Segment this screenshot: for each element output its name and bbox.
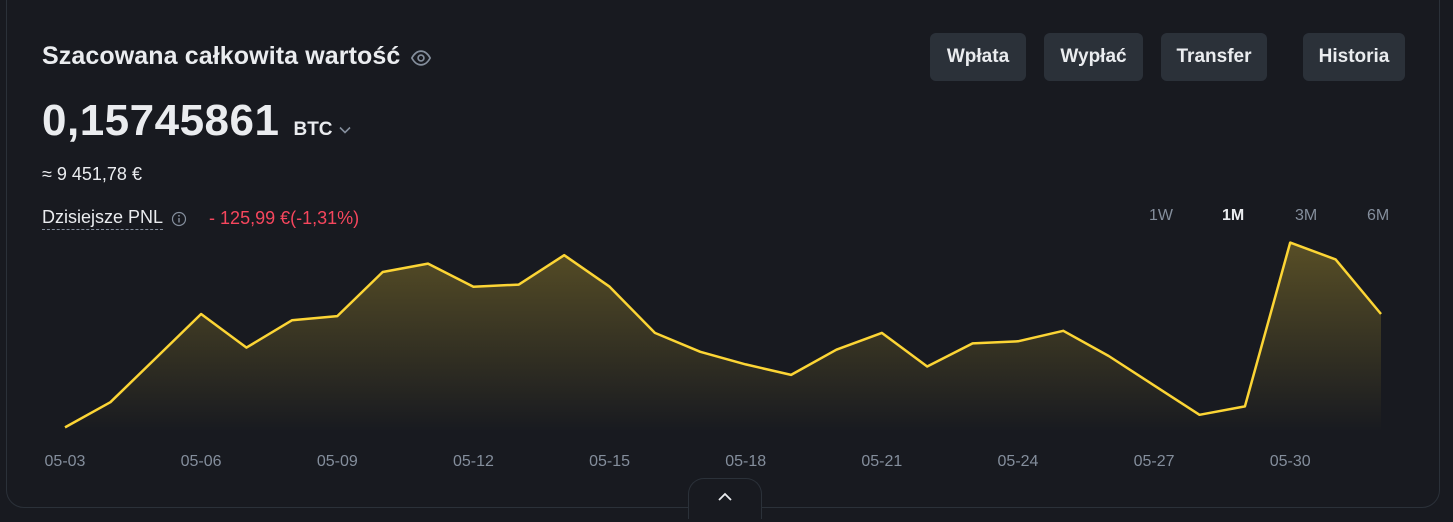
x-tick-label: 05-15 xyxy=(589,453,630,470)
balance-chart[interactable]: 05-03 05-06 05-09 05-12 05-15 05-18 05-21 05-24… xyxy=(0,0,1453,522)
x-tick-label: 05-12 xyxy=(453,453,494,470)
x-tick-label: 05-21 xyxy=(861,453,902,470)
x-tick-label: 05-09 xyxy=(317,453,358,470)
chevron-up-icon xyxy=(717,490,733,508)
x-tick-label: 05-03 xyxy=(45,453,86,470)
collapse-button[interactable] xyxy=(688,478,762,519)
x-tick-label: 05-18 xyxy=(725,453,766,470)
x-tick-label: 05-24 xyxy=(998,453,1039,470)
x-tick-label: 05-27 xyxy=(1134,453,1175,470)
x-tick-label: 05-30 xyxy=(1270,453,1311,470)
x-tick-label: 05-06 xyxy=(181,453,222,470)
